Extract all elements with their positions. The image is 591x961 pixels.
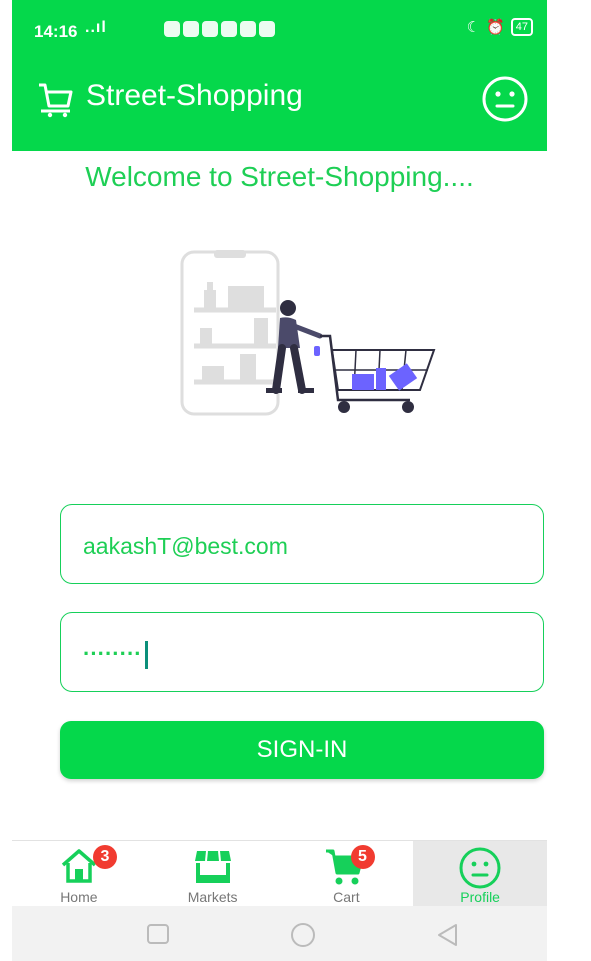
- nav-label-home: Home: [60, 889, 98, 905]
- nav-label-cart: Cart: [333, 889, 360, 905]
- nav-markets[interactable]: Markets: [146, 841, 280, 907]
- home-button-icon[interactable]: [288, 923, 318, 952]
- battery-icon: 47: [510, 18, 533, 36]
- password-mask: ········: [83, 641, 142, 666]
- nav-home[interactable]: 3 Home: [12, 841, 146, 907]
- home-badge: 3: [93, 845, 117, 869]
- shopping-illustration: [180, 250, 440, 430]
- profile-smiley-icon[interactable]: [480, 74, 530, 129]
- welcome-heading: Welcome to Street-Shopping....: [85, 161, 474, 192]
- nav-profile[interactable]: Profile: [413, 841, 547, 907]
- notification-icon: [240, 21, 256, 37]
- email-value: aakashT@best.com: [83, 533, 288, 559]
- nav-cart[interactable]: 5 Cart: [280, 841, 414, 907]
- alarm-icon: ⏰: [486, 19, 505, 36]
- system-navigation-bar: [12, 906, 547, 961]
- email-field[interactable]: aakashT@best.com: [60, 504, 544, 584]
- nav-label-markets: Markets: [187, 889, 238, 905]
- text-cursor: [144, 641, 148, 670]
- app-bar: Street-Shopping: [12, 62, 547, 151]
- status-time: 14:16: [34, 22, 78, 41]
- top-bar: 14:16 ..ıl ☾ ⏰ 47 Street-Shopping: [12, 0, 547, 151]
- notification-icon: [221, 21, 237, 37]
- sign-in-button[interactable]: SIGN-IN: [60, 721, 544, 779]
- notification-icon: [164, 21, 180, 37]
- nav-label-profile: Profile: [460, 889, 500, 905]
- password-value: ········: [83, 641, 148, 670]
- app-title: Street-Shopping: [86, 79, 303, 112]
- notification-icon: [259, 21, 275, 37]
- bottom-navigation: 3 Home Markets 5 Cart Profile: [12, 840, 547, 907]
- moon-icon: ☾: [466, 19, 481, 36]
- notification-icon: [183, 21, 199, 37]
- app-screen: 14:16 ..ıl ☾ ⏰ 47 Street-Shopping Welcom…: [12, 0, 547, 961]
- notification-icon: [202, 21, 218, 37]
- back-button-icon[interactable]: [436, 923, 460, 952]
- cart-badge: 5: [350, 845, 375, 869]
- status-bar: 14:16 ..ıl ☾ ⏰ 47: [12, 0, 547, 62]
- notification-icons: [164, 21, 275, 37]
- store-icon: [193, 847, 233, 890]
- recents-button-icon[interactable]: [146, 923, 170, 950]
- password-field[interactable]: ········: [60, 612, 544, 692]
- signal-icon: ..ıl: [85, 19, 107, 36]
- status-right: ☾ ⏰ 47: [467, 18, 533, 36]
- shopping-cart-icon[interactable]: [36, 80, 74, 123]
